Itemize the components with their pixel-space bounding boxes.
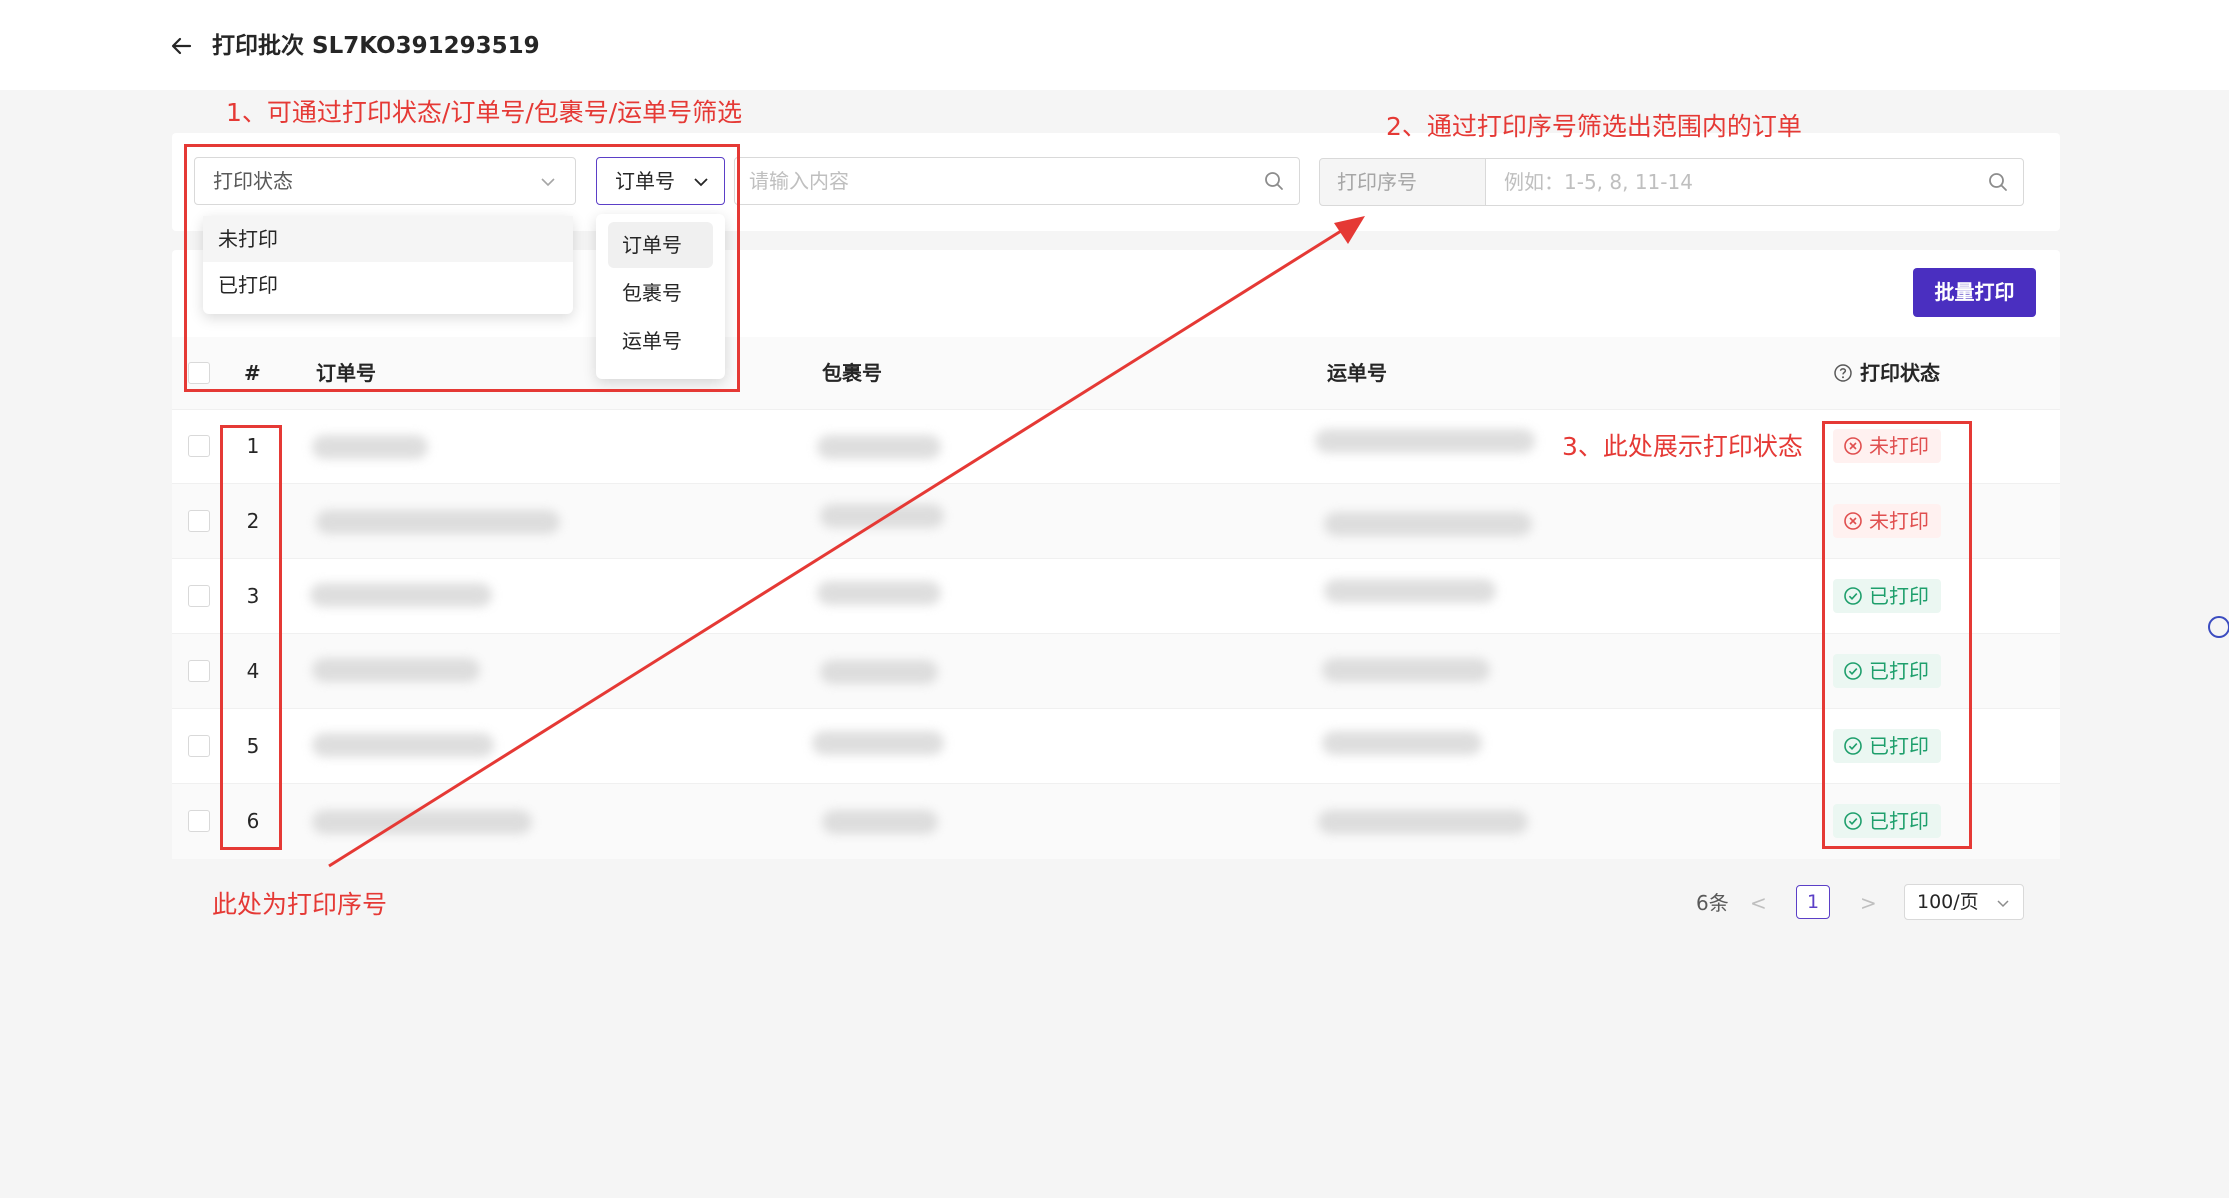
waybill-no-cell [1318, 810, 1528, 834]
column-header-package-no: 包裹号 [822, 361, 882, 385]
keyword-search-placeholder: 请输入内容 [749, 169, 849, 193]
annotation-box-filters [184, 144, 740, 392]
pagination-page-1[interactable]: 1 [1796, 885, 1830, 919]
print-sequence-placeholder: 例如：1-5, 8, 11-14 [1504, 170, 1693, 194]
annotation-text-filters: 1、可通过打印状态/订单号/包裹号/运单号筛选 [226, 98, 743, 127]
print-sequence-input[interactable]: 例如：1-5, 8, 11-14 [1485, 158, 2024, 206]
annotation-box-status [1822, 421, 1972, 849]
package-no-cell [812, 731, 944, 755]
back-arrow-icon[interactable] [168, 32, 196, 60]
keyword-search-input[interactable]: 请输入内容 [734, 157, 1300, 205]
package-no-cell [817, 581, 941, 605]
waybill-no-cell [1322, 731, 1482, 755]
table-row: 2 未打印 [172, 484, 2060, 559]
waybill-no-cell [1315, 429, 1535, 453]
package-no-cell [820, 660, 938, 684]
chevron-down-icon [1997, 900, 2009, 908]
waybill-no-cell [1324, 579, 1496, 603]
question-circle-icon[interactable] [1833, 363, 1853, 383]
column-header-waybill-no: 运单号 [1327, 361, 1387, 385]
batch-print-button[interactable]: 批量打印 [1913, 268, 2036, 317]
order-no-cell [310, 583, 492, 607]
order-no-cell [312, 810, 532, 834]
package-no-cell [820, 504, 944, 528]
order-no-cell [312, 435, 428, 459]
row-checkbox[interactable] [188, 810, 210, 832]
column-header-print-status: 打印状态 [1860, 361, 1940, 385]
row-checkbox[interactable] [188, 660, 210, 682]
row-checkbox[interactable] [188, 735, 210, 757]
order-no-cell [312, 658, 480, 682]
row-checkbox[interactable] [188, 585, 210, 607]
search-icon[interactable] [1263, 170, 1285, 192]
floating-circle-icon[interactable] [2208, 616, 2229, 638]
page-title: 打印批次 SL7KO391293519 [212, 33, 540, 59]
annotation-text-sequence: 此处为打印序号 [212, 890, 388, 919]
annotation-box-sequence [220, 425, 282, 850]
table-row: 5 已打印 [172, 709, 2060, 784]
table-row: 6 已打印 [172, 784, 2060, 859]
page-size-select[interactable]: 100/页 [1904, 884, 2024, 920]
pagination-next-button[interactable]: > [1860, 889, 1877, 917]
search-icon[interactable] [1987, 171, 2009, 193]
package-no-cell [822, 810, 938, 834]
waybill-no-cell [1324, 512, 1532, 536]
pagination-prev-button[interactable]: < [1750, 889, 1767, 917]
row-checkbox[interactable] [188, 435, 210, 457]
table-row: 4 已打印 [172, 634, 2060, 709]
order-no-cell [312, 733, 494, 757]
annotation-text-sequence-filter: 2、通过打印序号筛选出范围内的订单 [1386, 112, 1802, 141]
annotation-text-status: 3、此处展示打印状态 [1562, 432, 1803, 461]
table-row: 3 已打印 [172, 559, 2060, 634]
order-no-cell [316, 510, 560, 534]
pagination-total: 6条 [1696, 891, 1729, 915]
print-sequence-addon: 打印序号 [1319, 158, 1486, 206]
package-no-cell [817, 435, 941, 459]
page-size-label: 100/页 [1917, 891, 1979, 913]
row-checkbox[interactable] [188, 510, 210, 532]
waybill-no-cell [1322, 658, 1490, 682]
